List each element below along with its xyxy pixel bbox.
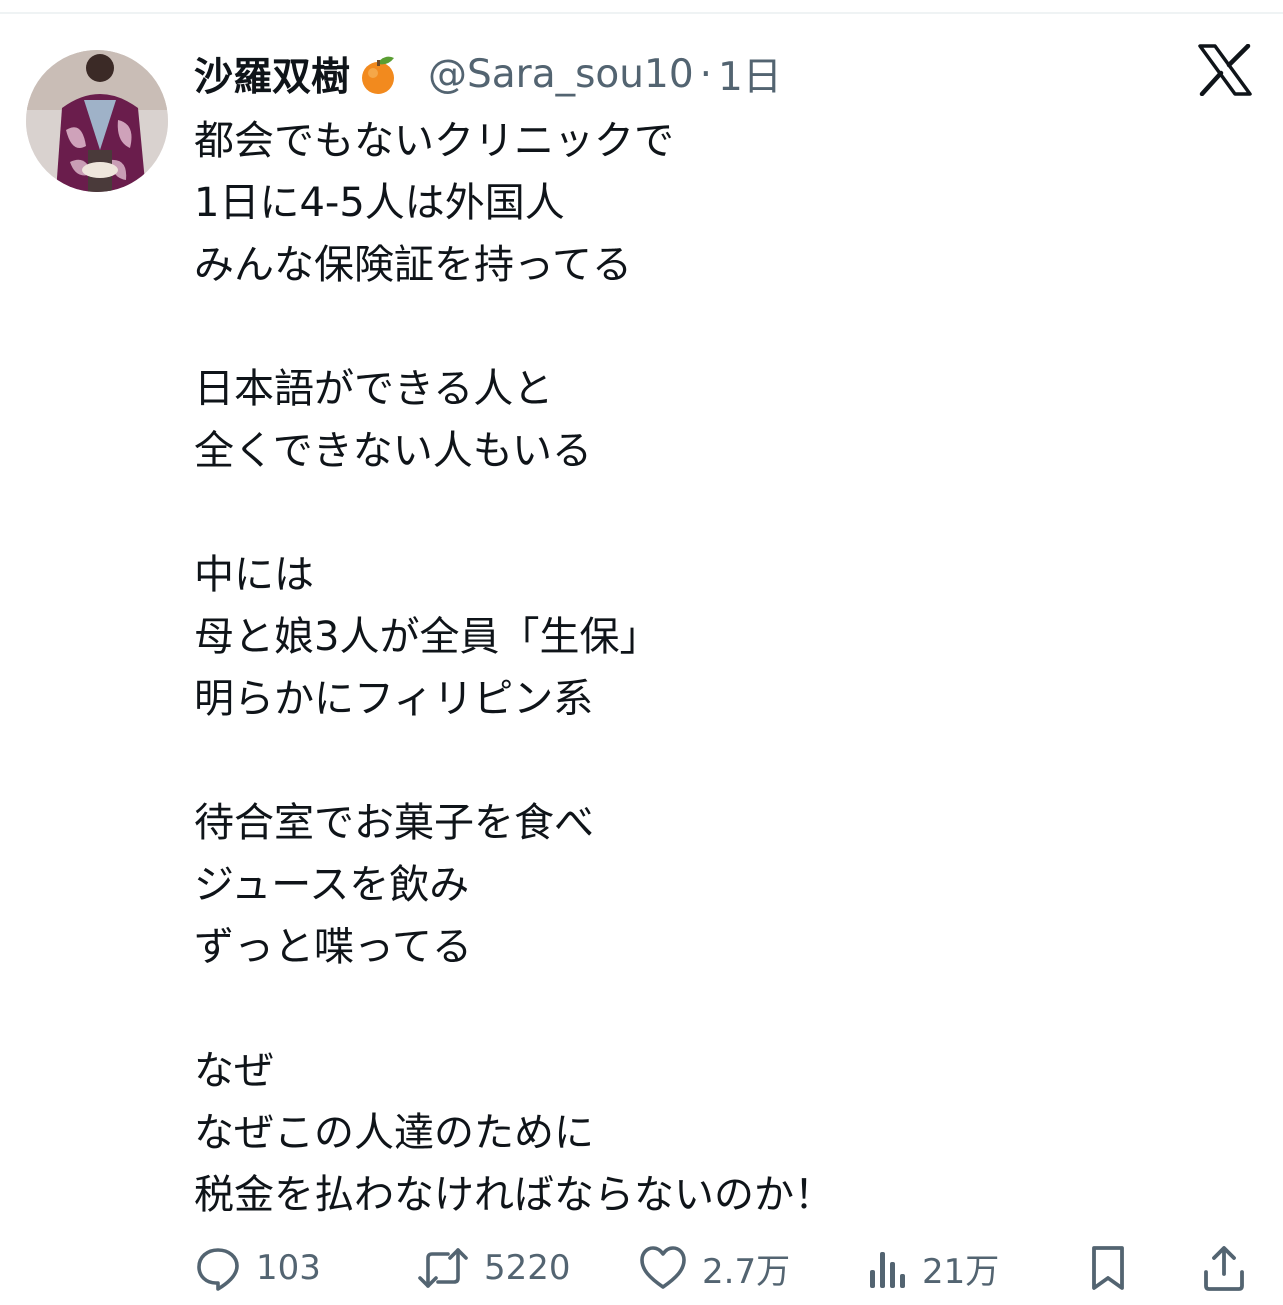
reply-icon — [197, 1248, 239, 1291]
share-button[interactable] — [1202, 1240, 1246, 1296]
tweet-text-line: 1日に4-5人は外国人 — [194, 180, 565, 226]
tweet-text-line: ジュースを飲み — [194, 862, 470, 908]
tweet-text-line: なぜこの人達のために — [194, 1110, 594, 1156]
tweet-text-line: 日本語ができる人と — [194, 366, 554, 412]
tweet-card: 沙羅双樹 @Sara_sou10 · 1日 都会でもないクリニックで 1日に4-5… — [0, 0, 1283, 1305]
heart-icon — [640, 1246, 686, 1289]
tweet-text-line: 全くできない人もいる — [194, 428, 592, 474]
action-bar: 103 5220 2.7万 21万 — [194, 1240, 1254, 1296]
share-icon — [1204, 1246, 1244, 1291]
tweet-text-line: 中には — [194, 552, 314, 598]
tweet-header: 沙羅双樹 @Sara_sou10 · 1日 — [194, 44, 782, 104]
avatar[interactable] — [26, 50, 168, 192]
bookmark-icon — [1092, 1246, 1124, 1290]
like-count: 2.7万 — [702, 1251, 791, 1292]
reply-button[interactable]: 103 — [194, 1240, 321, 1296]
avatar-image — [26, 50, 168, 192]
tweet-text-line: 都会でもないクリニックで — [194, 118, 674, 164]
timestamp[interactable]: 1日 — [718, 46, 782, 102]
display-name[interactable]: 沙羅双樹 — [194, 46, 350, 102]
tweet-text-line: 明らかにフィリピン系 — [194, 676, 594, 722]
like-button[interactable]: 2.7万 — [638, 1240, 790, 1296]
views-button[interactable]: 21万 — [868, 1240, 999, 1296]
top-divider — [0, 12, 1283, 14]
tweet-text-line: ずっと喋ってる — [194, 924, 472, 970]
tweet-text-line: 待合室でお菓子を食べ — [194, 800, 594, 846]
retweet-count: 5220 — [484, 1248, 571, 1288]
user-handle[interactable]: @Sara_sou10 — [428, 52, 694, 97]
tweet-text-line: みんな保険証を持ってる — [194, 242, 632, 288]
tweet-text: 都会でもないクリニックで 1日に4-5人は外国人みんな保険証を持ってる 日本語ができ… — [194, 110, 1244, 1226]
tweet-text-line: 母と娘3人が全員「生保」 — [194, 614, 660, 660]
tangerine-emoji-icon — [356, 52, 400, 96]
retweet-icon — [418, 1248, 468, 1288]
reply-count: 103 — [256, 1248, 321, 1288]
views-count: 21万 — [922, 1251, 1000, 1292]
separator-dot: · — [699, 51, 713, 97]
bookmark-button[interactable] — [1088, 1240, 1128, 1296]
tweet-text-line: 税金を払わなければならないのか！ — [194, 1172, 834, 1218]
views-icon — [870, 1252, 905, 1288]
x-logo-icon[interactable] — [1198, 43, 1252, 97]
retweet-button[interactable]: 5220 — [416, 1240, 571, 1296]
tweet-text-line: なぜ — [194, 1048, 274, 1094]
